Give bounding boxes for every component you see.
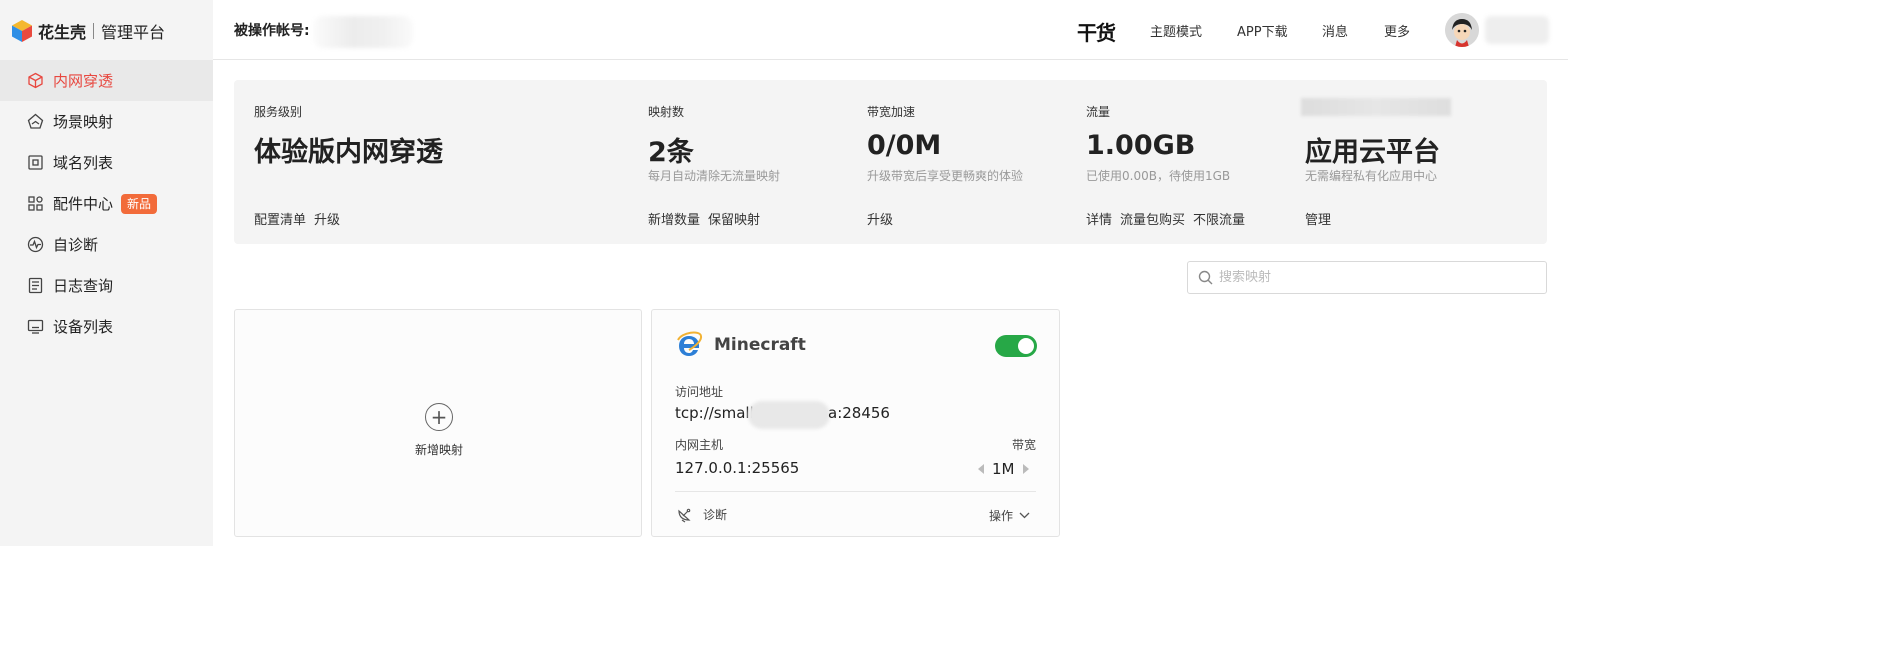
sidebar-item-label: 配件中心 xyxy=(53,195,114,213)
logo[interactable]: 花生壳 管理平台 xyxy=(10,18,165,44)
search-input[interactable] xyxy=(1219,270,1519,285)
summary-value: 应用云平台 xyxy=(1305,137,1440,168)
summary-desc: 升级带宽后享受更畅爽的体验 xyxy=(867,169,1024,183)
retain-mapping-link[interactable]: 保留映射 xyxy=(708,209,760,228)
user-avatar-icon xyxy=(1445,13,1479,47)
address-prefix[interactable]: tcp://small xyxy=(675,404,754,422)
sidebar-item-domains[interactable]: 域名列表 xyxy=(0,142,213,183)
pulse-icon xyxy=(27,236,44,253)
add-quantity-link[interactable]: 新增数量 xyxy=(648,209,700,228)
house-icon xyxy=(27,113,44,129)
card-divider xyxy=(675,491,1036,492)
operations-label: 操作 xyxy=(989,509,1014,523)
search-icon xyxy=(1198,270,1213,285)
username-redacted xyxy=(1485,16,1549,44)
document-icon xyxy=(28,277,43,294)
summary-actions: 新增数量 保留映射 xyxy=(648,209,760,228)
traffic-details-link[interactable]: 详情 xyxy=(1086,209,1112,228)
sidebar-item-intranet[interactable]: 内网穿透 xyxy=(0,60,213,101)
upgrade-link[interactable]: 升级 xyxy=(314,209,340,228)
top-header: 被操作帐号: 干货 主题模式 APP下载 消息 更多 xyxy=(213,0,1568,60)
bandwidth-increase-icon[interactable] xyxy=(1022,464,1029,474)
unlimited-traffic-link[interactable]: 不限流量 xyxy=(1193,209,1245,228)
summary-value: 2条 xyxy=(648,137,694,168)
summary-value: 体验版内网穿透 xyxy=(254,137,443,168)
sidebar-item-self-diagnosis[interactable]: 自诊断 xyxy=(0,224,213,265)
mapping-name: Minecraft xyxy=(714,335,806,355)
bandwidth-upgrade-link[interactable]: 升级 xyxy=(867,209,893,228)
address-suffix[interactable]: a:28456 xyxy=(828,404,890,422)
bandwidth-decrease-icon[interactable] xyxy=(978,464,984,474)
mapping-enable-toggle[interactable] xyxy=(995,335,1037,357)
sidebar-item-label: 域名列表 xyxy=(53,154,114,172)
diagnose-label: 诊断 xyxy=(703,507,728,522)
summary-desc: 已使用0.00B，待使用1GB xyxy=(1086,169,1231,183)
sidebar-item-scene-mapping[interactable]: 场景映射 xyxy=(0,101,213,142)
sidebar-item-label: 场景映射 xyxy=(53,113,114,131)
summary-desc: 每月自动清除无流量映射 xyxy=(648,169,781,183)
sidebar-item-label: 日志查询 xyxy=(53,277,114,295)
grid-icon xyxy=(28,196,43,211)
logo-divider xyxy=(93,23,95,39)
peanut-logo-icon xyxy=(12,20,32,42)
sidebar-item-label: 自诊断 xyxy=(53,236,99,254)
satellite-dish-icon xyxy=(678,508,691,523)
bandwidth-value: 1M xyxy=(992,460,1015,478)
header-nav-dry-goods[interactable]: 干货 xyxy=(1077,17,1116,46)
cube-icon xyxy=(28,72,43,89)
mapping-card: Minecraft 访问地址 tcp://small a:28456 内网主机 … xyxy=(651,309,1060,537)
search-box xyxy=(1187,261,1547,294)
plus-icon: + xyxy=(425,403,453,431)
summary-actions: 管理 xyxy=(1305,209,1331,228)
account-value-redacted xyxy=(313,16,413,48)
sidebar-item-label: 设备列表 xyxy=(53,318,114,336)
account-label: 被操作帐号: xyxy=(234,23,310,39)
sidebar-nav: 内网穿透 场景映射 域名列表 配件中心 新品 自诊断 日志查询 设备列表 xyxy=(0,60,213,347)
redacted-label xyxy=(1301,98,1451,116)
config-list-link[interactable]: 配置清单 xyxy=(254,209,306,228)
summary-actions: 详情 流量包购买 不限流量 xyxy=(1086,209,1245,228)
sidebar-item-devices[interactable]: 设备列表 xyxy=(0,306,213,347)
traffic-pack-link[interactable]: 流量包购买 xyxy=(1120,209,1185,228)
summary-actions: 升级 xyxy=(867,209,893,228)
logo-brand: 花生壳 xyxy=(38,23,87,42)
host-label: 内网主机 xyxy=(675,438,724,452)
header-nav-theme[interactable]: 主题模式 xyxy=(1150,21,1202,40)
bandwidth-label: 带宽 xyxy=(1012,438,1037,452)
address-redacted xyxy=(748,401,830,429)
header-nav-messages[interactable]: 消息 xyxy=(1322,21,1348,40)
internet-explorer-icon xyxy=(677,331,703,356)
host-value: 127.0.0.1:25565 xyxy=(675,459,800,477)
summary-desc: 无需编程私有化应用中心 xyxy=(1305,169,1438,183)
avatar[interactable] xyxy=(1445,13,1479,47)
address-label: 访问地址 xyxy=(675,385,724,399)
service-summary-panel: 服务级别 体验版内网穿透 配置清单 升级 映射数 2条 每月自动清除无流量映射 … xyxy=(234,80,1547,244)
summary-label: 服务级别 xyxy=(254,105,303,119)
summary-value: 1.00GB xyxy=(1086,130,1196,161)
operations-dropdown[interactable]: 操作 xyxy=(989,507,1030,524)
summary-label: 映射数 xyxy=(648,105,685,119)
header-nav-more[interactable]: 更多 xyxy=(1384,21,1410,40)
summary-label: 带宽加速 xyxy=(867,105,916,119)
sidebar: 花生壳 管理平台 内网穿透 场景映射 域名列表 配件中心 新品 自诊断 日志查询… xyxy=(0,0,213,546)
add-mapping-card[interactable]: + 新增映射 xyxy=(234,309,642,537)
header-nav-app-download[interactable]: APP下载 xyxy=(1237,21,1288,40)
summary-value: 0/0M xyxy=(867,130,942,161)
sidebar-item-label: 内网穿透 xyxy=(53,72,114,90)
summary-actions: 配置清单 升级 xyxy=(254,209,340,228)
diagnose-button[interactable]: 诊断 xyxy=(676,505,727,523)
sidebar-item-accessories[interactable]: 配件中心 新品 xyxy=(0,183,213,224)
domain-icon xyxy=(28,155,43,170)
manage-link[interactable]: 管理 xyxy=(1305,209,1331,228)
bandwidth-stepper: 1M xyxy=(978,460,1029,478)
chevron-down-icon xyxy=(1019,512,1030,519)
new-badge: 新品 xyxy=(121,193,158,214)
sidebar-item-logs[interactable]: 日志查询 xyxy=(0,265,213,306)
add-mapping-label: 新增映射 xyxy=(414,443,463,457)
logo-subtitle: 管理平台 xyxy=(101,23,166,42)
summary-label: 流量 xyxy=(1086,105,1111,119)
monitor-icon xyxy=(27,319,44,334)
